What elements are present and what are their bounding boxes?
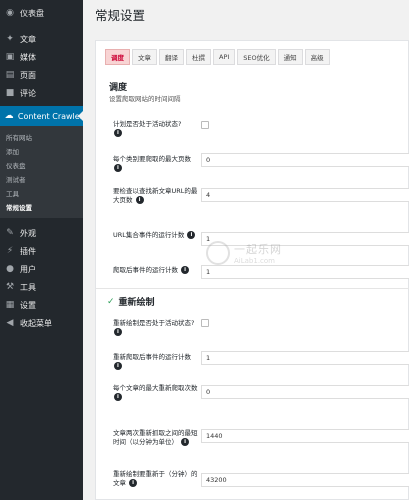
menu-content-crawler[interactable]: ☁ Content Crawler — [0, 106, 83, 126]
chevron-down-icon: ✓ — [107, 296, 115, 307]
settings-panel: 调度 文章 翻译 杜撰 API SEO优化 通知 高级 调度 设置爬取网站的时间… — [95, 40, 409, 500]
info-icon[interactable]: i — [181, 266, 190, 274]
info-icon[interactable]: i — [187, 231, 196, 239]
pin-icon: ✦ — [6, 34, 14, 44]
min-recrawl-interval-input[interactable]: 1440 — [201, 429, 409, 443]
user-icon: ● — [6, 264, 14, 274]
settings-icon: ▦ — [5, 300, 15, 310]
info-icon[interactable]: i — [135, 196, 144, 204]
plugin-icon: ⚡ — [6, 246, 14, 256]
tab-advanced[interactable]: 高级 — [304, 49, 330, 65]
submenu-tester[interactable]: 测试者 — [0, 172, 83, 186]
submenu-dashboard[interactable]: 仪表盘 — [0, 158, 83, 172]
collapse-icon: ◀ — [6, 318, 14, 328]
watermark-subtitle: AiLab1.com — [234, 257, 275, 265]
section-description: 设置爬取网站的时间间隔 — [109, 95, 181, 103]
max-pages-category-input[interactable]: 0 — [201, 153, 409, 167]
submenu-add[interactable]: 添加 — [0, 144, 83, 158]
menu-media[interactable]: ▣ 媒体 — [0, 48, 83, 66]
schedule-active-checkbox[interactable] — [201, 121, 209, 129]
menu-posts[interactable]: ✦ 文章 — [0, 30, 83, 48]
info-icon[interactable]: i — [114, 393, 122, 401]
info-icon[interactable]: i — [114, 328, 122, 336]
watermark-logo-icon — [206, 241, 230, 265]
crawler-icon: ☁ — [4, 111, 14, 121]
tab-schedule[interactable]: 调度 — [105, 49, 130, 65]
page-icon: ▤ — [5, 70, 15, 80]
recrawl-subsection-title[interactable]: ✓ 重新绘制 — [107, 295, 155, 309]
submenu-all-sites[interactable]: 所有网站 — [0, 130, 83, 144]
watermark: 一起乐网 AiLab1.com — [202, 239, 312, 269]
field-label-recrawl-age: 重新绘制要重新于（分钟）的文章 i — [113, 470, 198, 487]
crawler-submenu: 所有网站 添加 仪表盘 测试者 工具 常规设置 — [0, 126, 83, 218]
tab-translation[interactable]: 翻译 — [159, 49, 184, 65]
max-recrawls-input[interactable]: 0 — [201, 385, 409, 399]
main-content: 常规设置 调度 文章 翻译 杜撰 API SEO优化 通知 高级 调度 设置爬取… — [83, 0, 409, 500]
submenu-tools[interactable]: 工具 — [0, 186, 83, 200]
menu-settings[interactable]: ▦ 设置 — [0, 296, 83, 314]
recrawl-runs-input[interactable]: 1 — [201, 351, 409, 365]
menu-pages[interactable]: ▤ 页面 — [0, 66, 83, 84]
brush-icon: ✎ — [6, 228, 14, 238]
page-title: 常规设置 — [95, 8, 146, 23]
field-label-schedule-active: 计划是否处于活动状态? i — [113, 120, 182, 137]
recrawl-active-checkbox[interactable] — [201, 319, 209, 327]
menu-tools[interactable]: ⚒ 工具 — [0, 278, 83, 296]
info-icon[interactable]: i — [114, 129, 122, 137]
field-label-url-collection-runs: URL集合事件的运行计数 i — [113, 231, 203, 240]
tab-api[interactable]: API — [213, 49, 236, 65]
field-label-max-recrawls: 每个文章的最大重新爬取次数 i — [113, 384, 198, 401]
recrawl-age-input[interactable]: 43200 — [201, 473, 409, 487]
info-icon[interactable]: i — [181, 438, 190, 446]
settings-tabs: 调度 文章 翻译 杜撰 API SEO优化 通知 高级 — [96, 41, 408, 65]
tab-spinning[interactable]: 杜撰 — [186, 49, 211, 65]
field-label-max-pages-new-urls: 要检查以查找新文章URL的最大页数 i — [113, 187, 198, 204]
menu-dashboard[interactable]: ◉ 仪表盘 — [0, 4, 83, 22]
tab-posts[interactable]: 文章 — [132, 49, 157, 65]
info-icon[interactable]: i — [114, 362, 122, 370]
watermark-title: 一起乐网 — [234, 243, 282, 256]
menu-users[interactable]: ● 用户 — [0, 260, 83, 278]
tab-notifications[interactable]: 通知 — [277, 49, 303, 65]
field-label-min-recrawl-interval: 文章两次重新抓取之间的最短时间（以分钟为单位） i — [113, 429, 198, 446]
field-label-recrawl-active: 重新绘制是否处于活动状态? i — [113, 319, 195, 336]
menu-collapse[interactable]: ◀ 收起菜单 — [0, 314, 83, 332]
menu-plugins[interactable]: ⚡ 插件 — [0, 242, 83, 260]
menu-comments[interactable]: ■ 评论 — [0, 84, 83, 102]
admin-sidebar: ◉ 仪表盘 ✦ 文章 ▣ 媒体 ▤ 页面 ■ 评论 ☁ Content Craw… — [0, 0, 83, 500]
menu-appearance[interactable]: ✎ 外观 — [0, 224, 83, 242]
info-icon[interactable]: i — [114, 164, 122, 172]
section-divider — [96, 288, 409, 289]
max-pages-new-urls-input[interactable]: 4 — [201, 188, 409, 202]
field-label-recrawl-runs: 重新爬取后事件的运行计数 i — [113, 353, 191, 370]
submenu-general-settings[interactable]: 常规设置 — [0, 200, 83, 214]
field-label-post-crawl-runs: 爬取后事件的运行计数 i — [113, 266, 203, 275]
dashboard-icon: ◉ — [6, 8, 14, 18]
comment-icon: ■ — [5, 88, 15, 98]
section-title: 调度 — [109, 83, 128, 93]
tab-seo[interactable]: SEO优化 — [237, 49, 276, 65]
media-icon: ▣ — [5, 52, 15, 62]
wrench-icon: ⚒ — [5, 282, 15, 292]
info-icon[interactable]: i — [129, 479, 138, 487]
field-label-max-pages-category: 每个类别要爬取的最大页数 i — [113, 155, 191, 172]
